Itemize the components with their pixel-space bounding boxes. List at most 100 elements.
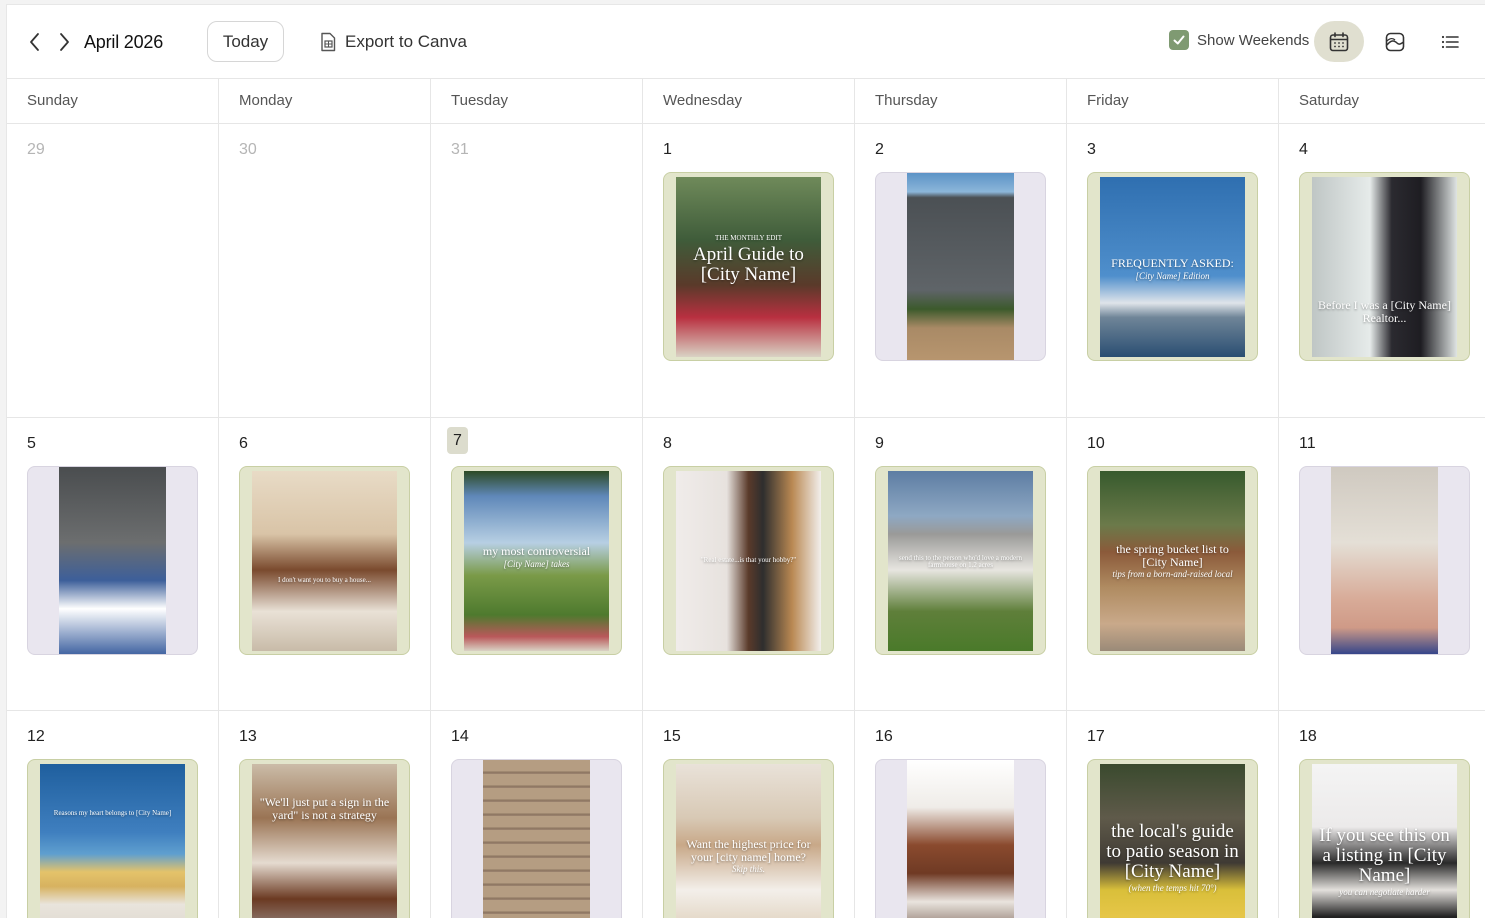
- scheduled-post-card[interactable]: [875, 759, 1046, 918]
- scheduled-post-card[interactable]: my most controversial [City Name] takes: [451, 466, 622, 655]
- post-subcaption: [City Name] takes: [503, 558, 570, 569]
- post-caption-text: my most controversial: [482, 544, 591, 558]
- show-weekends-toggle[interactable]: Show Weekends: [1169, 30, 1309, 50]
- post-caption: "We'll just put a sign in the yard" is n…: [258, 796, 391, 821]
- export-to-canva-button[interactable]: Export to Canva: [319, 30, 467, 54]
- post-subcaption: Skip this.: [732, 864, 765, 875]
- scheduled-post-card[interactable]: "Real estate...is that your hobby?": [663, 466, 834, 655]
- day-cell[interactable]: 14: [431, 711, 643, 918]
- day-cell[interactable]: 4 Before I was a [City Name] Realtor...: [1279, 124, 1485, 418]
- scheduled-post-card[interactable]: "We'll just put a sign in the yard" is n…: [239, 759, 410, 918]
- day-cell[interactable]: 11: [1279, 418, 1485, 711]
- date-number: 2: [875, 141, 884, 158]
- post-caption: Before I was a [City Name] Realtor...: [1318, 299, 1451, 324]
- weekday-header-friday: Friday: [1067, 79, 1279, 124]
- weekday-header-thursday: Thursday: [855, 79, 1067, 124]
- scheduled-post-card[interactable]: send this to the person who'd love a mod…: [875, 466, 1046, 655]
- scheduled-post-card[interactable]: FREQUENTLY ASKED: [City Name] Edition: [1087, 172, 1258, 361]
- post-thumbnail: FREQUENTLY ASKED: [City Name] Edition: [1100, 177, 1245, 357]
- post-caption-text: "Real estate...is that your hobby?": [700, 556, 797, 564]
- post-thumbnail: "Real estate...is that your hobby?": [676, 471, 821, 651]
- post-subcaption: you can negotiate harder: [1339, 886, 1430, 897]
- post-caption: "Real estate...is that your hobby?": [682, 556, 815, 564]
- day-cell[interactable]: 29: [7, 124, 219, 418]
- day-cell[interactable]: 30: [219, 124, 431, 418]
- day-cell[interactable]: 5: [7, 418, 219, 711]
- post-caption: my most controversial [City Name] takes: [470, 545, 603, 569]
- date-number: 4: [1299, 141, 1308, 158]
- post-caption-text: FREQUENTLY ASKED:: [1111, 256, 1234, 270]
- show-weekends-label: Show Weekends: [1197, 31, 1310, 49]
- post-thumbnail: [483, 760, 590, 918]
- weekday-header-sunday: Sunday: [7, 79, 219, 124]
- toolbar: April 2026 Today Export to Canva Show We…: [7, 5, 1485, 79]
- scheduled-post-card[interactable]: THE MONTHLY EDIT April Guide to [City Nam…: [663, 172, 834, 361]
- post-caption-text: Before I was a [City Name] Realtor...: [1318, 298, 1451, 325]
- post-caption-text: the spring bucket list to [City Name]: [1116, 542, 1229, 569]
- post-subcaption: (when the temps hit 70°): [1128, 882, 1217, 893]
- post-caption-text: I don't want you to buy a house...: [277, 576, 372, 584]
- weekday-header-wednesday: Wednesday: [643, 79, 855, 124]
- day-cell[interactable]: 16: [855, 711, 1067, 918]
- scheduled-post-card[interactable]: I don't want you to buy a house...: [239, 466, 410, 655]
- date-number: 9: [875, 435, 884, 452]
- scheduled-post-card[interactable]: Before I was a [City Name] Realtor...: [1299, 172, 1470, 361]
- post-caption: If you see this on a listing in [City Na…: [1318, 826, 1451, 897]
- date-number: 30: [239, 141, 257, 158]
- post-thumbnail: [1331, 467, 1438, 654]
- scheduled-post-card[interactable]: the local's guide to patio season in [Ci…: [1087, 759, 1258, 918]
- day-cell[interactable]: 6 I don't want you to buy a house...: [219, 418, 431, 711]
- scheduled-post-card[interactable]: Want the highest price for your [city na…: [663, 759, 834, 918]
- day-cell[interactable]: 10 the spring bucket list to [City Name] t…: [1067, 418, 1279, 711]
- post-thumbnail: Before I was a [City Name] Realtor...: [1312, 177, 1457, 357]
- day-cell[interactable]: 7 my most controversial [City Name] takes: [431, 418, 643, 711]
- day-cell[interactable]: 9 send this to the person who'd love a mo…: [855, 418, 1067, 711]
- weekday-header-monday: Monday: [219, 79, 431, 124]
- post-thumbnail: If you see this on a listing in [City Na…: [1312, 764, 1457, 918]
- day-cell[interactable]: 17 the local's guide to patio season in […: [1067, 711, 1279, 918]
- post-caption: the spring bucket list to [City Name] tip…: [1106, 543, 1239, 580]
- day-cell[interactable]: 13 "We'll just put a sign in the yard" is…: [219, 711, 431, 918]
- post-caption-text: the local's guide to patio season in [Ci…: [1106, 821, 1239, 882]
- scheduled-post-card[interactable]: [1299, 466, 1470, 655]
- day-cell[interactable]: 3 FREQUENTLY ASKED: [City Name] Edition: [1067, 124, 1279, 418]
- day-cell[interactable]: 12 Reasons my heart belongs to [City Name…: [7, 711, 219, 918]
- day-cell[interactable]: 31: [431, 124, 643, 418]
- day-cell[interactable]: 15 Want the highest price for your [city …: [643, 711, 855, 918]
- post-caption-text: send this to the person who'd love a mod…: [899, 554, 1022, 570]
- scheduled-post-card[interactable]: the spring bucket list to [City Name] tip…: [1087, 466, 1258, 655]
- post-thumbnail: THE MONTHLY EDIT April Guide to [City Nam…: [676, 177, 821, 357]
- date-number: 15: [663, 728, 681, 745]
- post-caption-text: April Guide to [City Name]: [693, 244, 804, 285]
- calendar-view-button[interactable]: [1314, 21, 1364, 62]
- scheduled-post-card[interactable]: Reasons my heart belongs to [City Name]: [27, 759, 198, 918]
- scheduled-post-card[interactable]: If you see this on a listing in [City Na…: [1299, 759, 1470, 918]
- post-caption-text: Reasons my heart belongs to [City Name]: [53, 809, 172, 817]
- date-number: 12: [27, 728, 45, 745]
- date-number: 17: [1087, 728, 1105, 745]
- post-subcaption: tips from a born-and-raised local: [1112, 569, 1233, 580]
- post-thumbnail: the spring bucket list to [City Name] tip…: [1100, 471, 1245, 651]
- scheduled-post-card[interactable]: [875, 172, 1046, 361]
- scheduled-post-card[interactable]: [451, 759, 622, 918]
- date-number: 8: [663, 435, 672, 452]
- date-number: 11: [1299, 435, 1316, 452]
- scheduled-post-card[interactable]: [27, 466, 198, 655]
- post-thumbnail: I don't want you to buy a house...: [252, 471, 397, 651]
- day-cell[interactable]: 2: [855, 124, 1067, 418]
- post-caption: Reasons my heart belongs to [City Name]: [46, 809, 179, 817]
- date-number: 3: [1087, 141, 1096, 158]
- next-month-button[interactable]: [52, 29, 76, 55]
- day-cell[interactable]: 1 THE MONTHLY EDIT April Guide to [City Na…: [643, 124, 855, 418]
- weekends-checkbox[interactable]: [1169, 30, 1189, 50]
- date-number: 13: [239, 728, 257, 745]
- grid-view-button[interactable]: [1370, 21, 1420, 62]
- day-cell[interactable]: 8 "Real estate...is that your hobby?": [643, 418, 855, 711]
- previous-month-button[interactable]: [23, 29, 47, 55]
- weekday-header-row: Sunday Monday Tuesday Wednesday Thursday Frid…: [7, 79, 1485, 124]
- list-view-button[interactable]: [1425, 21, 1475, 62]
- post-caption-text: If you see this on a listing in [City Na…: [1319, 825, 1450, 886]
- post-thumbnail: Want the highest price for your [city na…: [676, 764, 821, 918]
- day-cell[interactable]: 18 If you see this on a listing in [City …: [1279, 711, 1485, 918]
- today-button[interactable]: Today: [207, 21, 284, 62]
